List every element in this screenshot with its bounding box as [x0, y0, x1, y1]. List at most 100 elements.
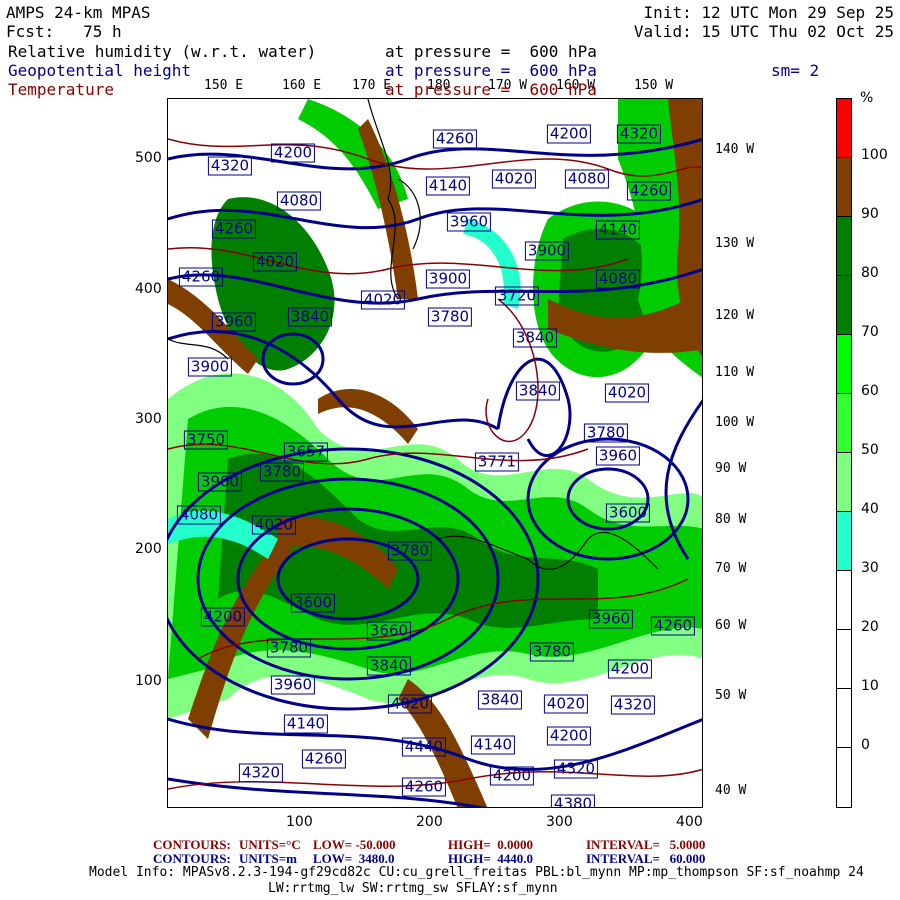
contour-label: 4080: [595, 269, 641, 289]
contour-label: 3600: [290, 593, 336, 613]
contour-label: 4320: [207, 156, 253, 176]
y-tick-label: 200: [135, 541, 162, 557]
colorbar-label: 100: [861, 147, 888, 163]
valid-time: Valid: 15 UTC Thu 02 Oct 25: [633, 22, 894, 41]
colorbar-label: 60: [861, 383, 879, 399]
contour-label: 4260: [301, 749, 347, 769]
contour-label: 3660: [366, 621, 412, 641]
forecast-hour: Fcst: 75 h: [6, 22, 122, 41]
contour-label: 4200: [546, 726, 592, 746]
colorbar-swatch: [836, 275, 852, 335]
y-tick-label: 100: [135, 673, 162, 689]
contour-label: 4020: [251, 515, 297, 535]
y-tick-label: 300: [135, 411, 162, 427]
contour-label: 4260: [401, 777, 447, 797]
contour-label: 4440: [401, 737, 447, 757]
contour-label: 3960: [211, 312, 257, 332]
contour-label: 3600: [605, 503, 651, 523]
contour-label: 4080: [564, 169, 610, 189]
contour-label: 4140: [425, 176, 471, 196]
contour-label: 3780: [427, 307, 473, 327]
colorbar-label: 0: [861, 737, 870, 753]
colorbar-label: 90: [861, 206, 879, 222]
contour-label: 3780: [266, 638, 312, 658]
contour-label: 3780: [583, 423, 629, 443]
model-info-physics: LW:rrtmg_lw SW:rrtmg_sw SFLAY:sf_mynn: [268, 881, 558, 896]
weather-map: 4260 4200 4320 4200 4320 4140 4020 4080 4260 4080…: [167, 98, 703, 808]
contour-label: 4140: [470, 735, 516, 755]
x-tick-label: 300: [546, 814, 573, 830]
lon-label: 120 W: [715, 308, 755, 323]
colorbar-swatch: [836, 511, 852, 571]
contour-label: 3900: [187, 357, 233, 377]
colorbar-swatch: [836, 334, 852, 394]
lon-label: 70 W: [715, 561, 747, 576]
colorbar-unit: %: [860, 90, 874, 106]
contour-label: 4140: [283, 714, 329, 734]
contour-label: 4020: [543, 694, 589, 714]
lon-label: 160 E: [282, 78, 322, 93]
lon-label: 80 W: [715, 512, 747, 527]
contour-label: 4020: [491, 169, 537, 189]
contour-label: 4020: [360, 290, 406, 310]
colorbar-swatch: [836, 393, 852, 453]
contour-label: 4200: [200, 607, 246, 627]
field-temp-level: at pressure = 600 hPa: [385, 80, 597, 99]
contour-label: 4260: [626, 181, 672, 201]
colorbar-swatch: [836, 747, 852, 808]
colorbar-label: 20: [861, 619, 879, 635]
contour-label: 3960: [270, 675, 316, 695]
model-title: AMPS 24-km MPAS: [6, 3, 151, 22]
contour-label: 4200: [546, 124, 592, 144]
contour-label: 3780: [387, 541, 433, 561]
contour-label: 3840: [515, 381, 561, 401]
contour-label: 3657: [283, 442, 329, 462]
contour-label: 3960: [446, 212, 492, 232]
contour-label: 4020: [387, 694, 433, 714]
contour-label: 3960: [595, 446, 641, 466]
colorbar-label: 80: [861, 265, 879, 281]
colorbar-label: 50: [861, 442, 879, 458]
contour-label: 3900: [524, 241, 570, 261]
lon-label: 60 W: [715, 618, 747, 633]
x-tick-label: 100: [286, 814, 313, 830]
field-rh-name: Relative humidity (w.r.t. water): [8, 42, 317, 61]
contour-label: 4200: [607, 659, 653, 679]
y-tick-label: 400: [135, 281, 162, 297]
colorbar-swatch: [836, 98, 852, 158]
contour-label: 3840: [512, 328, 558, 348]
contour-label: 4260: [178, 267, 224, 287]
contour-label: 4140: [595, 220, 641, 240]
contour-label: 3840: [477, 690, 523, 710]
colorbar-swatch: [836, 629, 852, 689]
lon-label: 50 W: [715, 688, 747, 703]
contour-label: 4260: [650, 616, 696, 636]
contour-label: 3780: [259, 462, 305, 482]
model-info: Model Info: MPASv8.2.3-194-gf29cd82c CU:…: [89, 865, 864, 880]
colorbar-label: 40: [861, 501, 879, 517]
field-temp-name: Temperature: [8, 80, 114, 99]
colorbar-swatch: [836, 570, 852, 630]
contour-label: 3900: [425, 269, 471, 289]
contour-label: 4320: [616, 124, 662, 144]
lon-label: 130 W: [715, 236, 755, 251]
colorbar-label: 70: [861, 324, 879, 340]
contour-label: 4320: [610, 695, 656, 715]
lon-label: 100 W: [715, 415, 755, 430]
contour-label: 4020: [604, 383, 650, 403]
contour-label: 4200: [270, 143, 316, 163]
contour-label: 4080: [176, 505, 222, 525]
field-height-name: Geopotential height: [8, 61, 192, 80]
contour-label: 4380: [550, 794, 596, 807]
contour-label: 4320: [238, 763, 284, 783]
contour-label: 4020: [252, 252, 298, 272]
contour-label: 3720: [494, 286, 540, 306]
contour-label: 4080: [276, 191, 322, 211]
contour-label: 4200: [489, 766, 535, 786]
field-height-level: at pressure = 600 hPa: [385, 61, 597, 80]
colorbar-swatch: [836, 688, 852, 748]
contour-label: 4320: [553, 759, 599, 779]
colorbar-swatch: [836, 216, 852, 276]
x-tick-label: 400: [676, 814, 703, 830]
contour-label: 3840: [366, 656, 412, 676]
